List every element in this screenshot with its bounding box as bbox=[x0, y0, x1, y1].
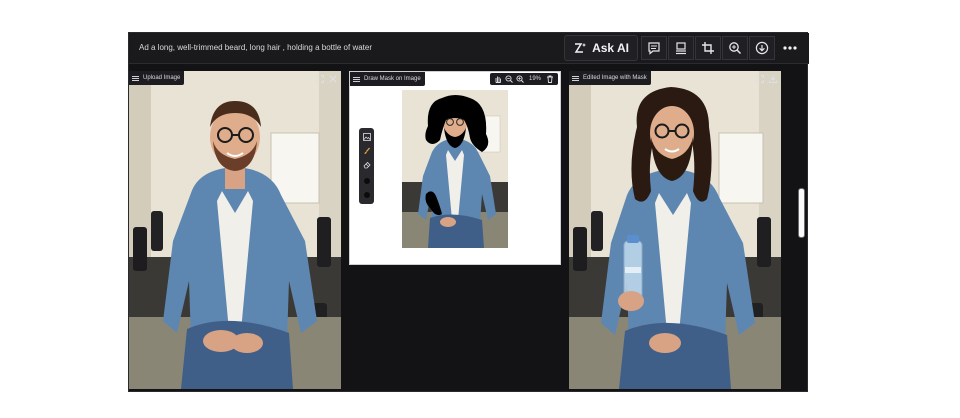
crop-button[interactable] bbox=[695, 36, 721, 60]
ask-ai-button[interactable]: Ask AI bbox=[564, 35, 638, 61]
layout-icon bbox=[676, 42, 686, 55]
mask-panel-title: Draw Mask on Image bbox=[350, 72, 425, 86]
edited-panel-controls bbox=[752, 73, 778, 84]
download-icon bbox=[768, 75, 777, 83]
zoom-out-icon bbox=[505, 75, 514, 83]
download-button[interactable] bbox=[749, 36, 775, 60]
pan-button[interactable] bbox=[493, 74, 504, 85]
ask-ai-label: Ask AI bbox=[592, 41, 629, 55]
layout-button[interactable] bbox=[668, 36, 694, 60]
page-scrollbar[interactable] bbox=[798, 188, 805, 238]
chat-icon bbox=[648, 42, 660, 55]
upload-panel-title: Upload Image bbox=[129, 71, 185, 85]
eraser-icon bbox=[363, 161, 371, 168]
upload-image-panel: Upload Image bbox=[129, 71, 341, 389]
upload-close-button[interactable] bbox=[327, 73, 338, 84]
edited-panel-title-text: Edited Image with Mask bbox=[583, 75, 647, 81]
edited-panel-title: Edited Image with Mask bbox=[569, 71, 651, 85]
mask-panel-title-text: Draw Mask on Image bbox=[364, 76, 421, 82]
panel-menu-icon bbox=[572, 75, 579, 81]
zoom-in-button[interactable] bbox=[722, 36, 748, 60]
mask-canvas[interactable] bbox=[402, 90, 508, 248]
edited-download-button[interactable] bbox=[767, 73, 778, 84]
expand-icon bbox=[315, 74, 324, 83]
top-bar: Ad a long, well-trimmed beard, long hair… bbox=[129, 33, 809, 64]
mask-panel-controls: 19% bbox=[489, 73, 558, 85]
trash-icon bbox=[546, 75, 553, 83]
panel-menu-icon bbox=[353, 76, 360, 82]
download-icon bbox=[755, 41, 769, 55]
more-icon bbox=[783, 46, 797, 50]
prompt-text[interactable]: Ad a long, well-trimmed beard, long hair… bbox=[139, 33, 372, 63]
more-button[interactable] bbox=[777, 36, 803, 60]
upload-panel-controls bbox=[312, 73, 338, 84]
upload-panel-title-text: Upload Image bbox=[143, 75, 181, 81]
draw-mask-panel: Draw Mask on Image 19% bbox=[349, 71, 561, 265]
original-photo bbox=[129, 71, 341, 389]
mask-tool-palette bbox=[359, 128, 374, 204]
sparkle-ai-icon bbox=[574, 43, 587, 53]
panel-menu-icon bbox=[132, 75, 139, 81]
top-toolbar: Ask AI bbox=[564, 35, 803, 61]
chat-button[interactable] bbox=[641, 36, 667, 60]
upload-expand-button[interactable] bbox=[314, 73, 325, 84]
zoom-in-icon bbox=[729, 42, 742, 55]
mask-zoom-in-button[interactable] bbox=[515, 74, 526, 85]
eraser-tool-button[interactable] bbox=[361, 159, 372, 170]
close-icon bbox=[329, 75, 336, 82]
brush-size-icon bbox=[363, 177, 370, 184]
brush-size-large-button[interactable] bbox=[361, 175, 372, 186]
crop-icon bbox=[702, 42, 714, 54]
image-tool-button[interactable] bbox=[361, 131, 372, 142]
brush-icon bbox=[364, 147, 370, 154]
zoom-out-button[interactable] bbox=[504, 74, 515, 85]
brush-size-small-button[interactable] bbox=[361, 189, 372, 200]
zoom-level: 19% bbox=[528, 76, 541, 82]
edited-expand-button[interactable] bbox=[754, 73, 765, 84]
zoom-in-icon bbox=[516, 75, 525, 83]
editor-app: Ad a long, well-trimmed beard, long hair… bbox=[128, 32, 809, 392]
edited-image-panel: Edited Image with Mask bbox=[569, 71, 781, 389]
edited-photo bbox=[569, 71, 781, 389]
brush-tool-button[interactable] bbox=[361, 145, 372, 156]
hand-icon bbox=[496, 76, 502, 83]
brush-size-icon bbox=[363, 191, 370, 198]
image-icon bbox=[362, 132, 371, 141]
expand-icon bbox=[755, 74, 764, 83]
clear-mask-button[interactable] bbox=[544, 74, 555, 85]
